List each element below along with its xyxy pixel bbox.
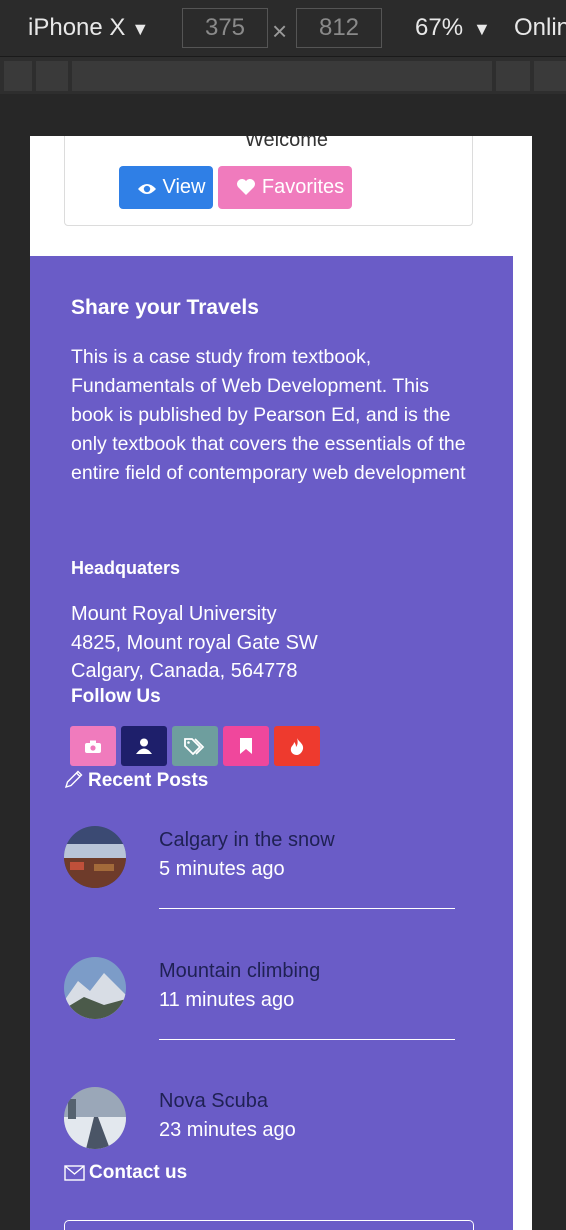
eye-icon: [137, 184, 156, 194]
contact-label: Contact us: [89, 1162, 188, 1183]
chevron-down-icon: ▼: [131, 19, 150, 39]
footer-description: This is a case study from textbook, Fund…: [71, 346, 466, 484]
recent-posts-label: Recent Posts: [88, 770, 209, 791]
device-select[interactable]: iPhone X ▼: [28, 14, 149, 42]
view-button[interactable]: View: [119, 166, 213, 209]
media-query-segment[interactable]: [36, 61, 68, 91]
contact-heading: Contact us: [64, 1162, 187, 1184]
height-input[interactable]: 812: [296, 8, 382, 48]
social-fire-button[interactable]: [274, 726, 320, 766]
post-title[interactable]: Mountain climbing: [159, 960, 320, 983]
media-query-segment[interactable]: [534, 61, 566, 91]
media-query-segment[interactable]: [72, 61, 492, 91]
user-icon: [136, 738, 152, 754]
device-label: iPhone X: [28, 14, 126, 41]
chevron-down-icon: ▼: [473, 19, 491, 39]
view-label: View: [162, 176, 206, 198]
fire-icon: [290, 737, 304, 755]
pencil-icon: [64, 770, 83, 789]
zoom-label: 67%: [415, 14, 464, 41]
footer-title: Share your Travels: [71, 296, 259, 319]
contact-form-edge: [64, 1220, 474, 1230]
tags-icon: [184, 737, 205, 755]
social-bookmark-button[interactable]: [223, 726, 269, 766]
address-line: Mount Royal University: [71, 603, 277, 625]
devtools-toolbar: iPhone X ▼ 375 × 812 67% ▼ Onlin: [0, 0, 566, 56]
device-viewport: Welcome View Favorites Share your Travel…: [30, 136, 532, 1230]
address-line: 4825, Mount royal Gate SW: [71, 631, 318, 654]
post-timestamp: 5 minutes ago: [159, 858, 285, 880]
media-query-bar: [0, 56, 566, 94]
post-thumbnail: [64, 826, 126, 888]
divider: [159, 1039, 455, 1040]
recent-posts-heading: Recent Posts: [64, 769, 208, 792]
width-input[interactable]: 375: [182, 8, 268, 48]
follow-heading: Follow Us: [71, 686, 161, 707]
heart-icon: [236, 179, 255, 195]
favorites-label: Favorites: [261, 176, 345, 198]
address: Mount Royal University 4825, Mount royal…: [71, 600, 318, 686]
image-card: Welcome View Favorites: [64, 136, 473, 226]
post-thumbnail: [64, 1087, 126, 1149]
post-timestamp: 11 minutes ago: [159, 989, 295, 1011]
post-timestamp: 23 minutes ago: [159, 1119, 296, 1141]
zoom-select[interactable]: 67% ▼: [415, 14, 491, 42]
media-query-segment[interactable]: [496, 61, 530, 91]
bookmark-icon: [240, 738, 252, 754]
post-title[interactable]: Calgary in the snow: [159, 829, 335, 852]
address-line: Calgary, Canada, 564778: [71, 660, 298, 682]
media-query-segment[interactable]: [4, 61, 32, 91]
social-user-button[interactable]: [121, 726, 167, 766]
card-title: Welcome: [245, 136, 328, 151]
dimension-separator: ×: [272, 16, 288, 46]
headquarters-heading: Headquaters: [71, 558, 181, 578]
envelope-icon: [64, 1165, 85, 1181]
social-camera-button[interactable]: [70, 726, 116, 766]
post-thumbnail: [64, 957, 126, 1019]
favorites-button[interactable]: Favorites: [218, 166, 352, 209]
divider: [159, 908, 455, 909]
post-title[interactable]: Nova Scuba: [159, 1090, 268, 1113]
site-footer: Share your Travels This is a case study …: [30, 256, 513, 1230]
network-throttle-select[interactable]: Onlin: [514, 14, 566, 42]
camera-icon: [85, 740, 101, 753]
social-tags-button[interactable]: [172, 726, 218, 766]
